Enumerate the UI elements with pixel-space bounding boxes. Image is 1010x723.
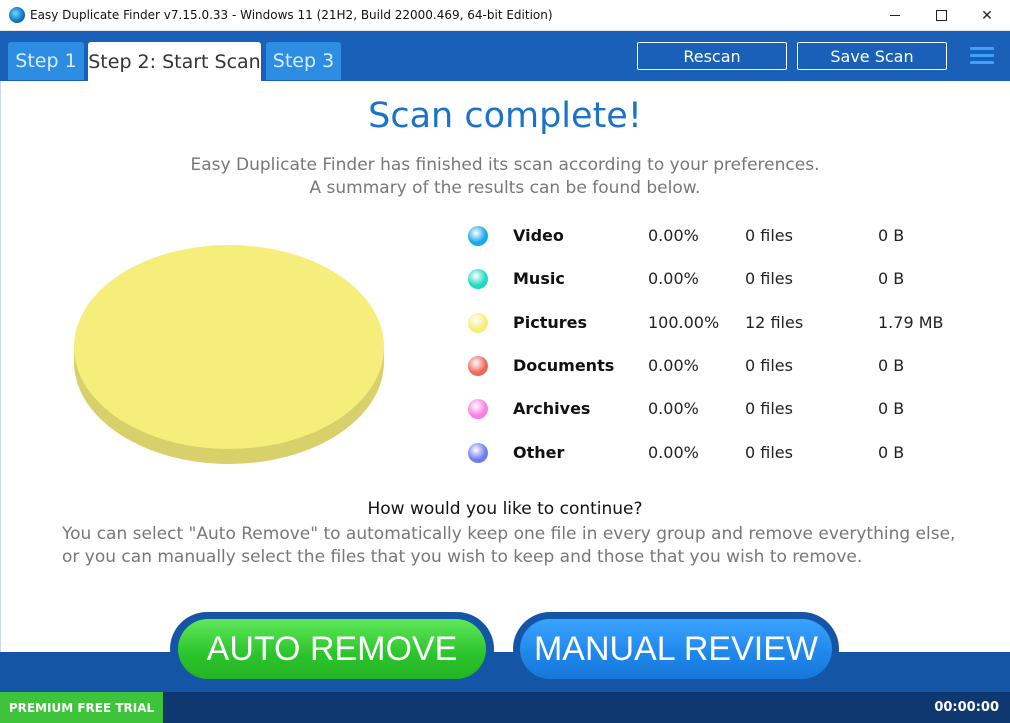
category-size: 1.79 MB [878,313,944,332]
title-bar: Easy Duplicate Finder v7.15.0.33 - Windo… [0,0,1010,31]
close-icon: ✕ [981,7,993,24]
tab-step-3[interactable]: Step 3 [266,42,341,80]
category-file-count: 12 files [745,313,804,332]
category-percent: 0.00% [648,269,699,288]
close-button[interactable]: ✕ [964,0,1010,31]
instructions-line-2: or you can manually select the files tha… [62,547,863,567]
category-size: 0 B [878,269,905,288]
legend-color-dot [468,226,488,246]
category-name: Video [513,226,564,245]
maximize-icon [935,10,947,21]
legend-color-dot [468,443,488,463]
rescan-button[interactable]: Rescan [637,42,787,70]
subtitle-line-2: A summary of the results can be found be… [309,178,701,198]
legend-color-dot [468,399,488,419]
continue-question: How would you like to continue? [367,499,643,519]
result-row-music: Music 0.00% 0 files 0 B [468,267,968,291]
legend-color-dot [468,313,488,333]
category-name: Archives [513,399,591,418]
category-percent: 0.00% [648,399,699,418]
category-name: Documents [513,356,615,375]
app-globe-icon [9,7,25,23]
instructions-line-1: You can select "Auto Remove" to automati… [62,524,956,544]
pie-slice-pictures [74,245,384,449]
tab-step-2-start-scan[interactable]: Step 2: Start Scan [88,42,261,82]
result-row-pictures: Pictures 100.00% 12 files 1.79 MB [468,311,968,335]
tab-step-1[interactable]: Step 1 [8,42,84,80]
category-percent: 0.00% [648,356,699,375]
category-percent: 100.00% [648,313,720,332]
result-row-archives: Archives 0.00% 0 files 0 B [468,397,968,421]
legend-color-dot [468,269,488,289]
results-pie-chart [74,245,384,464]
result-row-video: Video 0.00% 0 files 0 B [468,224,968,248]
action-band [0,652,1010,692]
category-file-count: 0 files [745,399,793,418]
category-name: Other [513,443,565,462]
elapsed-timer: 00:00:00 [934,700,999,715]
category-percent: 0.00% [648,226,699,245]
category-name: Pictures [513,313,587,332]
category-name: Music [513,269,565,288]
premium-trial-badge[interactable]: PREMIUM FREE TRIAL [0,692,163,723]
auto-remove-frame: AUTO REMOVE [170,612,494,686]
hamburger-menu-icon[interactable] [970,47,994,65]
category-file-count: 0 files [745,269,793,288]
category-size: 0 B [878,399,905,418]
minimize-icon [890,15,900,16]
category-size: 0 B [878,226,905,245]
result-row-documents: Documents 0.00% 0 files 0 B [468,354,968,378]
page-title: Scan complete! [368,96,642,136]
window-title: Easy Duplicate Finder v7.15.0.33 - Windo… [30,8,553,22]
legend-color-dot [468,356,488,376]
result-row-other: Other 0.00% 0 files 0 B [468,441,968,465]
auto-remove-button[interactable]: AUTO REMOVE [178,619,486,679]
category-size: 0 B [878,356,905,375]
category-percent: 0.00% [648,443,699,462]
category-size: 0 B [878,443,905,462]
toolbar: Step 1 Step 2: Start Scan Step 3 Rescan … [0,31,1010,82]
manual-review-frame: MANUAL REVIEW [513,612,839,686]
subtitle-line-1: Easy Duplicate Finder has finished its s… [190,155,820,175]
category-file-count: 0 files [745,226,793,245]
maximize-button[interactable] [918,0,964,31]
minimize-button[interactable] [872,0,918,31]
save-scan-button[interactable]: Save Scan [797,42,947,70]
category-file-count: 0 files [745,443,793,462]
category-file-count: 0 files [745,356,793,375]
status-bar: PREMIUM FREE TRIAL 00:00:00 [0,692,1010,723]
manual-review-button[interactable]: MANUAL REVIEW [520,619,832,679]
